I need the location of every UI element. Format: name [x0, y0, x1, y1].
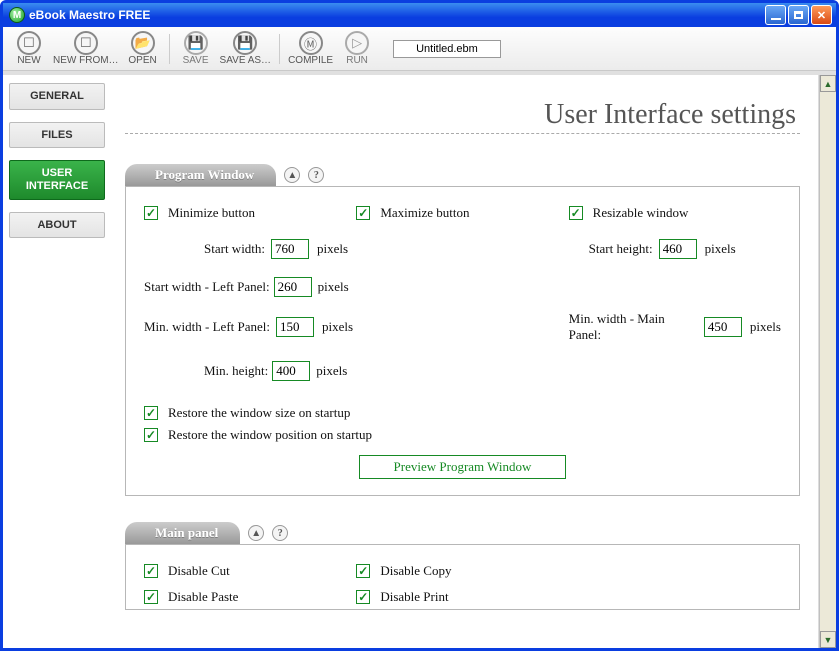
unit-label: pixels [705, 241, 736, 257]
main-panel-header: Main panel [125, 522, 240, 544]
unit-label: pixels [750, 319, 781, 335]
minimize-window-button[interactable] [765, 5, 786, 25]
help-icon[interactable]: ? [308, 167, 324, 183]
sidebar-item-user-interface[interactable]: USER INTERFACE [9, 160, 105, 199]
program-window-header: Program Window [125, 164, 276, 186]
min-height-input[interactable] [272, 361, 310, 381]
toolbar: ☐ NEW ☐ NEW FROM… 📂 OPEN 💾 SAVE 💾 SAVE A… [3, 27, 836, 71]
program-window-section: Program Window ▲ ? Minimize button Maxim… [125, 164, 800, 496]
start-height-input[interactable] [659, 239, 697, 259]
restore-size-checkbox[interactable] [144, 406, 158, 420]
save-as-label: SAVE AS… [220, 55, 272, 66]
new-button[interactable]: ☐ NEW [11, 31, 47, 66]
maximize-window-button[interactable] [788, 5, 809, 25]
start-width-input[interactable] [271, 239, 309, 259]
run-button: ▷ RUN [339, 31, 375, 66]
save-icon: 💾 [184, 31, 208, 55]
toolbar-separator [169, 34, 170, 64]
min-height-label: Min. height: [204, 363, 268, 379]
close-window-button[interactable] [811, 5, 832, 25]
start-width-left-input[interactable] [274, 277, 312, 297]
minimize-checkbox[interactable] [144, 206, 158, 220]
titlebar: M eBook Maestro FREE [3, 3, 836, 27]
min-width-main-label: Min. width - Main Panel: [569, 311, 698, 343]
disable-copy-checkbox[interactable] [356, 564, 370, 578]
save-as-button[interactable]: 💾 SAVE AS… [220, 31, 272, 66]
open-label: OPEN [128, 55, 156, 66]
open-icon: 📂 [131, 31, 155, 55]
compile-icon: Ⓜ [299, 31, 323, 55]
sidebar-item-general[interactable]: GENERAL [9, 83, 105, 110]
min-width-left-input[interactable] [276, 317, 314, 337]
sidebar: GENERAL FILES USER INTERFACE ABOUT [3, 75, 111, 648]
new-from-button[interactable]: ☐ NEW FROM… [53, 31, 119, 66]
open-button[interactable]: 📂 OPEN [125, 31, 161, 66]
save-as-icon: 💾 [233, 31, 257, 55]
help-icon[interactable]: ? [272, 525, 288, 541]
disable-paste-label: Disable Paste [168, 589, 238, 605]
title-separator [125, 133, 800, 134]
disable-paste-checkbox[interactable] [144, 590, 158, 604]
scroll-down-icon[interactable]: ▼ [820, 631, 836, 648]
restore-pos-checkbox[interactable] [144, 428, 158, 442]
start-width-left-label: Start width - Left Panel: [144, 279, 270, 295]
disable-print-checkbox[interactable] [356, 590, 370, 604]
resizable-label: Resizable window [593, 205, 689, 221]
save-label: SAVE [183, 55, 209, 66]
unit-label: pixels [316, 363, 347, 379]
new-from-icon: ☐ [74, 31, 98, 55]
start-height-label: Start height: [589, 241, 653, 257]
scroll-up-icon[interactable]: ▲ [820, 75, 836, 92]
collapse-icon[interactable]: ▲ [284, 167, 300, 183]
unit-label: pixels [322, 319, 353, 335]
disable-cut-checkbox[interactable] [144, 564, 158, 578]
unit-label: pixels [318, 279, 349, 295]
minimize-label: Minimize button [168, 205, 255, 221]
maximize-checkbox[interactable] [356, 206, 370, 220]
start-width-label: Start width: [204, 241, 265, 257]
disable-cut-label: Disable Cut [168, 563, 230, 579]
min-width-left-label: Min. width - Left Panel: [144, 319, 270, 335]
disable-copy-label: Disable Copy [380, 563, 451, 579]
sidebar-item-about[interactable]: ABOUT [9, 212, 105, 239]
restore-size-label: Restore the window size on startup [168, 405, 350, 421]
sidebar-item-files[interactable]: FILES [9, 122, 105, 149]
new-label: NEW [17, 55, 40, 66]
page-title: User Interface settings [125, 99, 796, 131]
save-button: 💾 SAVE [178, 31, 214, 66]
vertical-scrollbar[interactable]: ▲ ▼ [819, 75, 836, 648]
run-label: RUN [346, 55, 368, 66]
main-panel-section: Main panel ▲ ? Disable Cut Disable Copy [125, 522, 800, 610]
collapse-icon[interactable]: ▲ [248, 525, 264, 541]
window-title: eBook Maestro FREE [29, 8, 765, 22]
preview-program-window-button[interactable]: Preview Program Window [359, 455, 567, 479]
toolbar-separator [279, 34, 280, 64]
disable-print-label: Disable Print [380, 589, 448, 605]
new-from-label: NEW FROM… [53, 55, 119, 66]
run-icon: ▷ [345, 31, 369, 55]
content-area: User Interface settings Program Window ▲… [111, 75, 819, 648]
app-icon: M [9, 7, 25, 23]
new-icon: ☐ [17, 31, 41, 55]
unit-label: pixels [317, 241, 348, 257]
resizable-checkbox[interactable] [569, 206, 583, 220]
filename-display: Untitled.ebm [393, 40, 501, 58]
min-width-main-input[interactable] [704, 317, 742, 337]
compile-label: COMPILE [288, 55, 333, 66]
maximize-label: Maximize button [380, 205, 469, 221]
restore-pos-label: Restore the window position on startup [168, 427, 372, 443]
compile-button[interactable]: Ⓜ COMPILE [288, 31, 333, 66]
